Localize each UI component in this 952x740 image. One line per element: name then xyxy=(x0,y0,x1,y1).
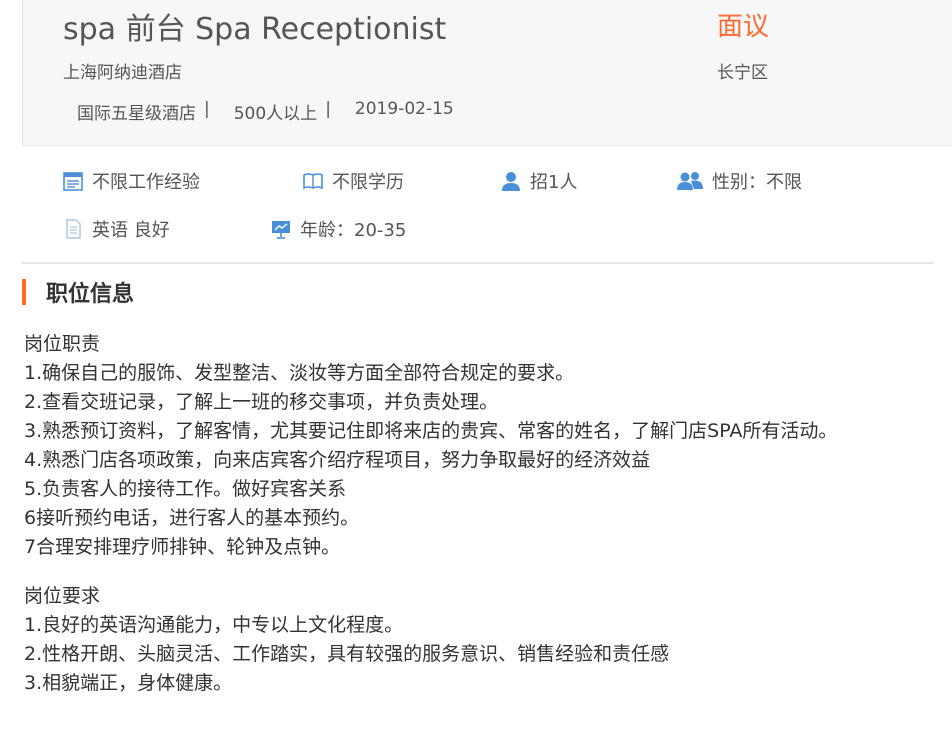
duty-item: 7合理安排理疗师排钟、轮钟及点钟。 xyxy=(24,536,341,558)
company-size: 500人以上 xyxy=(233,104,318,124)
person-icon xyxy=(500,170,522,192)
people-icon xyxy=(676,170,704,192)
duty-item: 2.查看交班记录，了解上一班的移交事项，并负责处理。 xyxy=(24,391,499,413)
tag-gender: 性别：不限 xyxy=(676,168,802,194)
section-title-text: 职位信息 xyxy=(46,282,135,307)
district: 长宁区 xyxy=(717,63,768,83)
meta-separator: | xyxy=(204,99,210,119)
requirements-heading: 岗位要求 xyxy=(24,585,101,607)
duty-item: 6接听预约电话，进行客人的基本预约。 xyxy=(24,507,360,529)
tag-headcount: 招1人 xyxy=(500,168,577,194)
duty-item: 4.熟悉门店各项政策，向来店宾客介绍疗程项目，努力争取最好的经济效益 xyxy=(24,449,651,471)
requirement-item: 3.相貌端正，身体健康。 xyxy=(24,672,233,694)
job-title: spa 前台 Spa Receptionist xyxy=(63,12,447,47)
job-requirements-tags: 不限工作经验 不限学历 招1人 性别：不限 英语 良好 年龄：20-35 xyxy=(22,148,934,264)
document-icon xyxy=(62,218,84,240)
company-meta: 国际五星级酒店 | 500人以上 | 2019-02-15 xyxy=(77,99,454,124)
section-accent-bar xyxy=(22,279,26,305)
tag-language: 英语 良好 xyxy=(62,216,170,242)
tag-label: 不限工作经验 xyxy=(92,172,200,193)
requirement-item: 2.性格开朗、头脑灵活、工作踏实，具有较强的服务意识、销售经验和责任感 xyxy=(24,643,670,665)
tag-label: 年龄：20-35 xyxy=(300,220,407,241)
tag-experience: 不限工作经验 xyxy=(62,168,200,194)
duties-heading: 岗位职责 xyxy=(24,333,101,355)
company-name[interactable]: 上海阿纳迪酒店 xyxy=(63,58,182,83)
salary: 面议 xyxy=(717,12,770,42)
calendar-icon xyxy=(62,170,84,192)
tag-label: 不限学历 xyxy=(332,172,404,193)
job-header: spa 前台 Spa Receptionist 面议 上海阿纳迪酒店 长宁区 国… xyxy=(22,0,952,146)
meta-separator: | xyxy=(325,99,331,119)
company-type: 国际五星级酒店 xyxy=(77,104,196,124)
tag-label: 英语 良好 xyxy=(92,220,170,241)
duty-item: 1.确保自己的服饰、发型整洁、淡妆等方面全部符合规定的要求。 xyxy=(24,362,575,384)
tag-age: 年龄：20-35 xyxy=(270,216,406,242)
tag-label: 性别：不限 xyxy=(712,172,802,193)
job-description: 岗位职责 1.确保自己的服饰、发型整洁、淡妆等方面全部符合规定的要求。 2.查看… xyxy=(24,330,924,698)
duty-item: 5.负责客人的接待工作。做好宾客关系 xyxy=(24,478,347,500)
presentation-icon xyxy=(270,218,292,240)
section-title: 职位信息 xyxy=(22,278,135,307)
post-date: 2019-02-15 xyxy=(354,99,454,119)
duty-item: 3.熟悉预订资料，了解客情，尤其要记住即将来店的贵宾、常客的姓名，了解门店SPA… xyxy=(24,420,838,442)
tag-label: 招1人 xyxy=(530,172,578,193)
requirement-item: 1.良好的英语沟通能力，中专以上文化程度。 xyxy=(24,614,404,636)
book-icon xyxy=(302,170,324,192)
tag-education: 不限学历 xyxy=(302,168,404,194)
